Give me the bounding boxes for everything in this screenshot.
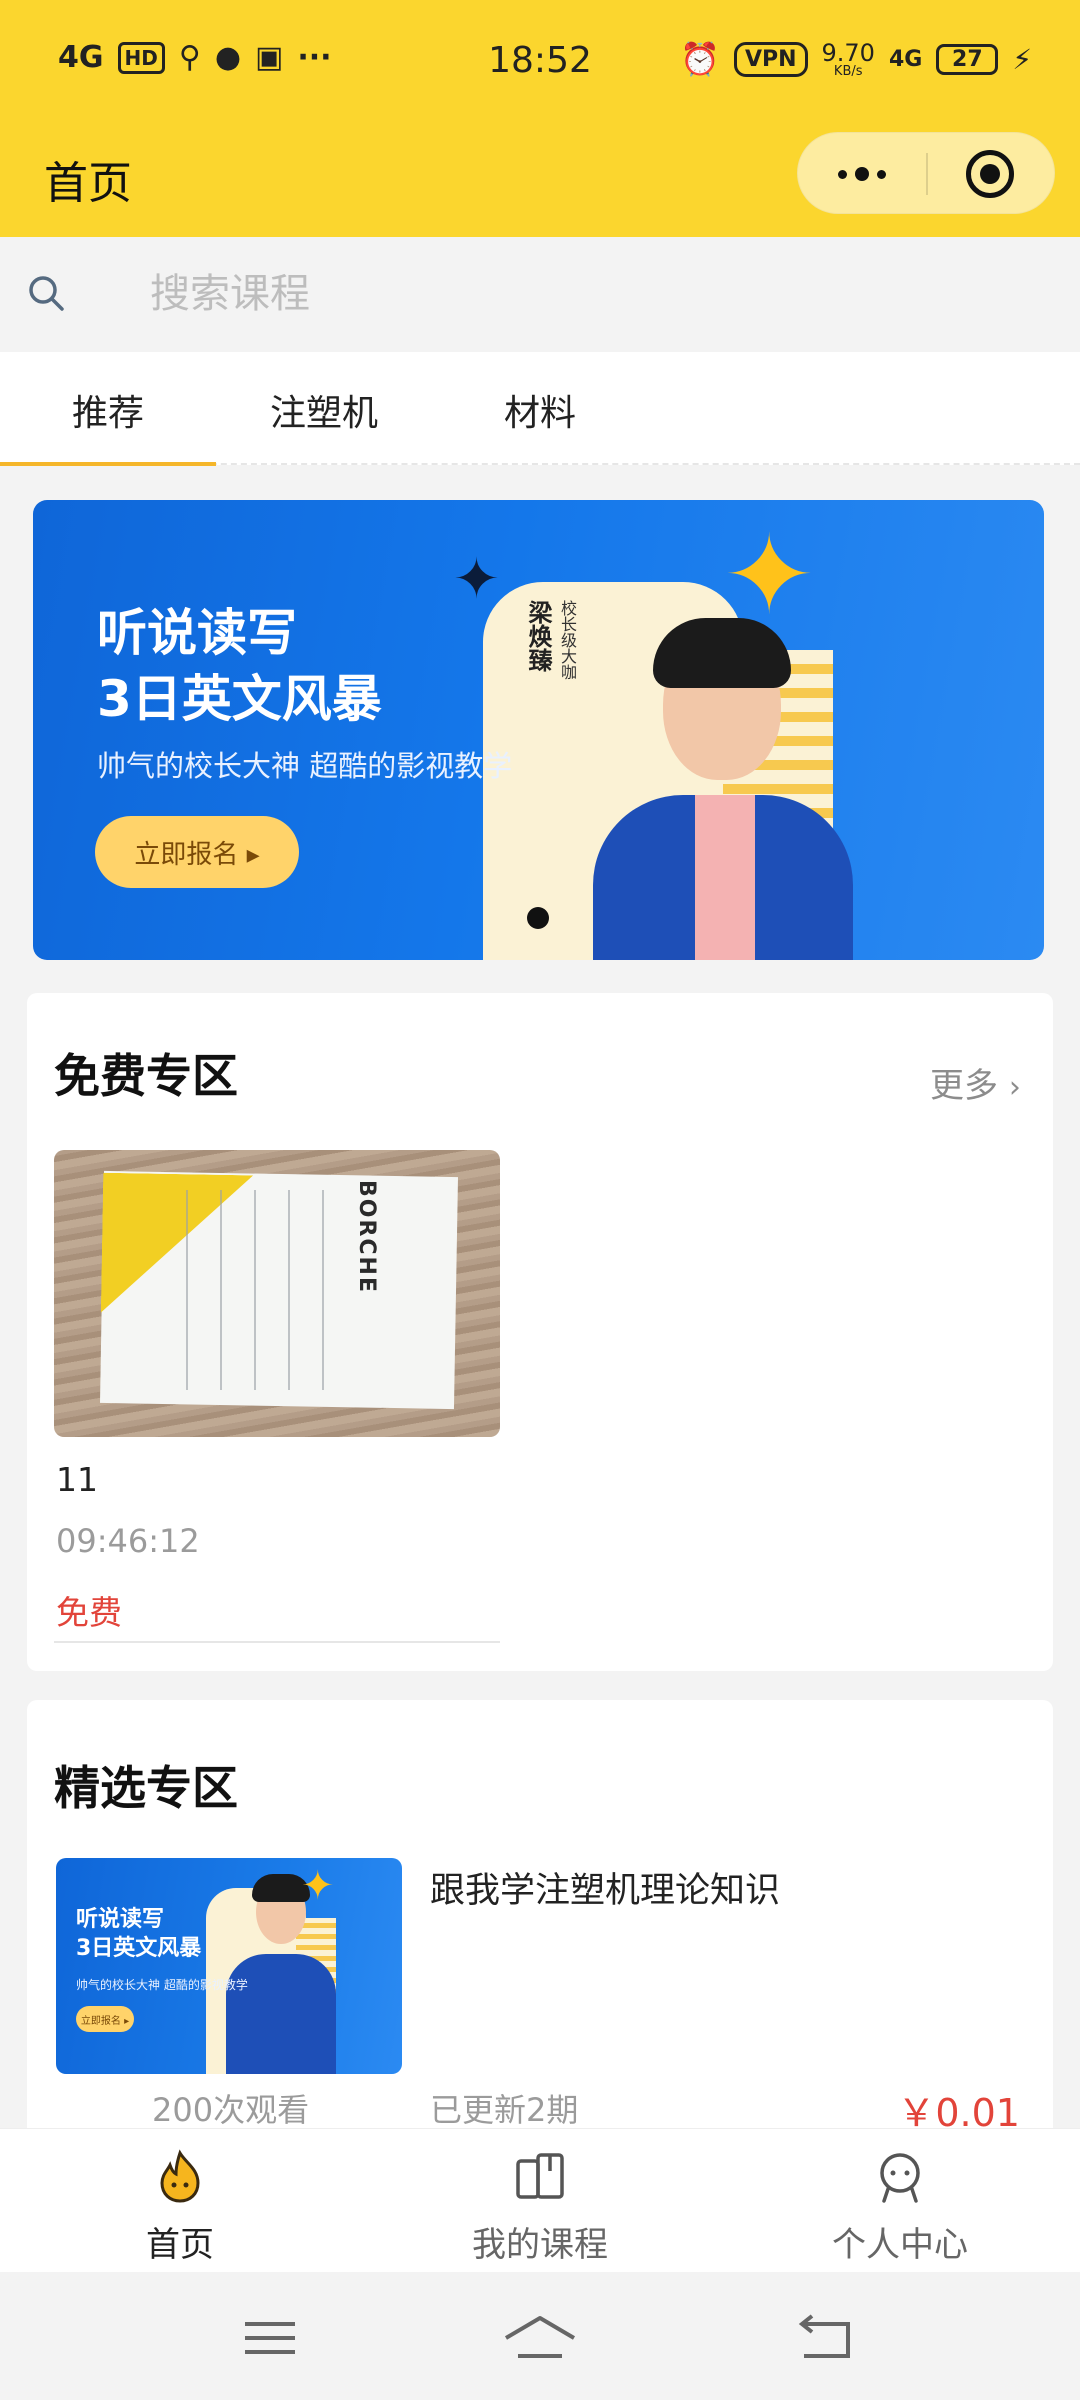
tab-my-courses-label: 我的课程: [472, 2225, 608, 2265]
user-icon: [880, 2153, 920, 2203]
search-bar: [0, 237, 1080, 352]
mini-program-capsule: [797, 132, 1055, 214]
network-speed: 9.70 KB/s: [822, 41, 875, 78]
thumb-headline-line1: 听说读写: [76, 1907, 165, 1932]
featured-section-title: 精选专区: [54, 1761, 238, 1815]
banner-headline-line1: 听说读写: [97, 604, 297, 662]
promo-banner[interactable]: ✦ ✦ 梁焕臻 校长级大咖 听说读写 3日英文风暴 帅气的校长大神 超酷的影视教…: [33, 500, 1044, 960]
tab-my-courses[interactable]: 我的课程: [360, 2129, 720, 2273]
card-text-lines: [164, 1190, 334, 1390]
update-status: 已更新2期: [430, 2091, 579, 2129]
status-bar: 4G HD ⚲ ● ▣ ··· 18:52 ⏰ VPN 9.70 KB/s 4G…: [0, 0, 1080, 125]
free-badge: 免费: [56, 1593, 122, 1632]
thumb-button: 立即报名 ▸: [76, 2006, 134, 2032]
status-right-icons: ⏰ VPN 9.70 KB/s 4G 27 ⚡: [680, 40, 1032, 78]
tab-profile[interactable]: 个人中心: [720, 2129, 1080, 2273]
sparkle-icon: ✦: [723, 511, 816, 639]
battery-icon: 27: [936, 43, 999, 75]
banner-headline-line2: 3日英文风暴: [97, 670, 382, 728]
alarm-icon: ⏰: [680, 40, 720, 78]
search-input[interactable]: [150, 261, 1010, 327]
free-course-title[interactable]: 11: [56, 1460, 98, 1499]
chevron-right-icon: ›: [1008, 1070, 1021, 1105]
home-icon[interactable]: [490, 2310, 590, 2366]
sparkle-icon: ✦: [301, 1863, 335, 1909]
banner-headline: 听说读写 3日英文风暴: [97, 600, 382, 732]
target-icon[interactable]: [966, 150, 1014, 198]
vpn-icon: VPN: [733, 41, 808, 77]
mobile-data-icon: 4G: [888, 46, 923, 72]
thumb-subline: 帅气的校长大神 超酷的影视教学: [76, 1978, 248, 1992]
teacher-photo: [593, 618, 853, 960]
free-section-title: 免费专区: [54, 1049, 238, 1103]
thumb-person-body: [226, 1954, 336, 2074]
card-brand: BORCHE: [354, 1180, 379, 1294]
thumb-headline-line2: 3日英文风暴: [76, 1935, 202, 1961]
sparkle-icon: ✦: [453, 547, 500, 612]
category-tabs: 推荐 注塑机 材料: [0, 352, 1080, 466]
divider: [54, 1641, 500, 1643]
more-link[interactable]: 更多 ›: [930, 1058, 1021, 1107]
course-thumbnail[interactable]: BORCHE: [54, 1150, 500, 1437]
thumb-headline: 听说读写 3日英文风暴: [76, 1906, 201, 1963]
banner-dot: [527, 907, 549, 929]
tab-home[interactable]: 首页: [0, 2129, 360, 2273]
more-dots-icon[interactable]: [798, 133, 926, 215]
speed-unit: KB/s: [833, 63, 863, 79]
charging-icon: ⚡: [1012, 42, 1032, 76]
system-navigation-bar: [0, 2272, 1080, 2400]
capsule-divider: [926, 153, 928, 195]
tab-home-label: 首页: [146, 2225, 214, 2265]
book-icon: [516, 2153, 564, 2199]
view-count: 200次观看: [152, 2091, 310, 2129]
speed-value: 9.70: [821, 38, 875, 67]
page-title: 首页: [44, 158, 132, 209]
signup-button[interactable]: 立即报名 ▸: [95, 816, 299, 888]
banner-subline: 帅气的校长大神 超酷的影视教学: [97, 749, 513, 783]
tab-recommend[interactable]: 推荐: [0, 384, 216, 466]
free-course-duration: 09:46:12: [56, 1522, 200, 1560]
flame-home-icon: [160, 2149, 200, 2203]
tab-injection-machine[interactable]: 注塑机: [216, 384, 432, 436]
featured-course-thumbnail[interactable]: ✦ 听说读写 3日英文风暴 帅气的校长大神 超酷的影视教学 立即报名 ▸: [56, 1858, 402, 2074]
tab-profile-label: 个人中心: [832, 2225, 968, 2265]
more-label: 更多: [930, 1066, 998, 1106]
bottom-tab-bar: 首页 我的课程 个人中心: [0, 2128, 1080, 2272]
back-icon[interactable]: [774, 2310, 874, 2366]
featured-course-title[interactable]: 跟我学注塑机理论知识: [430, 1862, 780, 1913]
tab-materials[interactable]: 材料: [432, 384, 648, 436]
menu-icon[interactable]: [220, 2310, 320, 2366]
teacher-name: 梁焕臻: [524, 600, 552, 672]
teacher-title: 校长级大咖: [558, 600, 577, 680]
search-icon[interactable]: [26, 273, 66, 313]
